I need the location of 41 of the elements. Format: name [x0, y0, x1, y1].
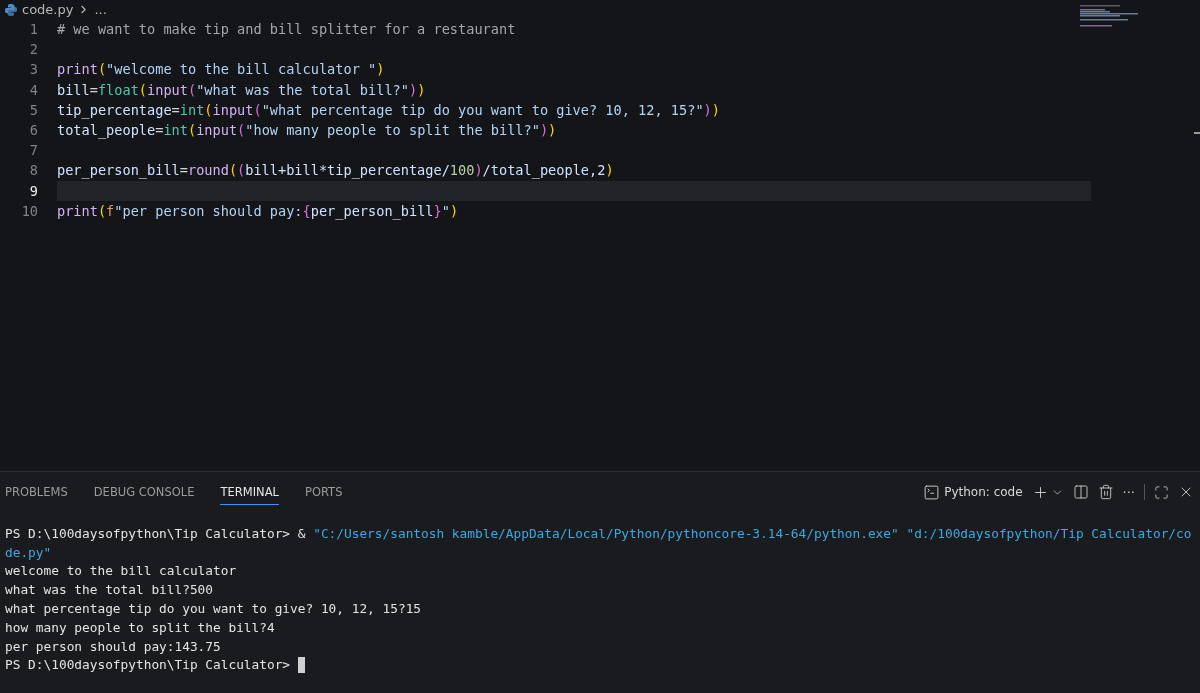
panel-tab[interactable]: PROBLEMS: [5, 479, 68, 505]
terminal-output: what percentage tip do you want to give? 10, 12, 15?15: [5, 601, 422, 617]
line-number: 9: [28, 182, 39, 199]
panel-tab[interactable]: PORTS: [304, 479, 343, 505]
code-line: total_people=int(input("how many people to split the bill?")): [57, 121, 558, 141]
terminal-output: how many people to split the bill?4: [5, 619, 275, 635]
line-number: 8: [28, 162, 39, 179]
code-line: tip_percentage=int(input("what percentage tip do you want to give? 10, 12, 15?")): [57, 100, 721, 120]
terminal-path: de.py": [5, 544, 52, 560]
panel-tab[interactable]: DEBUG CONSOLE: [93, 479, 195, 505]
python-file-icon: [4, 2, 18, 17]
code-line: # we want to make tip and bill splitter for a restaurant: [57, 20, 517, 40]
line-number: 4: [28, 81, 39, 98]
code-line: print("welcome to the bill calculator "): [57, 60, 386, 80]
line-number: 10: [20, 202, 39, 219]
more-actions[interactable]: ···: [1122, 484, 1135, 500]
line-number: 6: [28, 122, 39, 139]
terminal-output: per person should pay:143.75: [5, 638, 221, 654]
maximize-icon[interactable]: [1154, 484, 1169, 500]
breadcrumb-symbols[interactable]: ...: [94, 2, 107, 17]
panel-tab[interactable]: TERMINAL: [220, 479, 279, 505]
terminal-output: welcome to the bill calculator: [5, 563, 237, 579]
scrollbar-marker: [1194, 132, 1200, 134]
split-icon[interactable]: [1072, 484, 1089, 500]
terminal-output: PS D:\100daysofpython\Tip Calculator> &: [5, 525, 307, 541]
terminal-icon[interactable]: [923, 483, 941, 501]
line-number: 3: [28, 61, 39, 78]
terminal-path: "C:/Users/santosh kamble/AppData/Local/Python/pythoncore-3.14-64/python.exe" "d:/100daysofpython/Tip Calculator/co: [313, 525, 1192, 541]
line-number: 1: [28, 21, 39, 38]
terminal-output: PS D:\100daysofpython\Tip Calculator>: [5, 657, 292, 673]
code-line: per_person_bill=round((bill+bill*tip_percentage/100)/total_people,2): [57, 161, 615, 181]
code-line: bill=float(input("what was the total bill?")): [57, 80, 427, 100]
line-number: 7: [28, 142, 39, 159]
line-number: 2: [28, 41, 39, 58]
terminal-name[interactable]: Python: code: [944, 485, 1023, 499]
terminal-output: what was the total bill?500: [5, 582, 214, 598]
line-number: 5: [28, 101, 39, 118]
trash-icon[interactable]: [1097, 484, 1114, 500]
breadcrumb-file[interactable]: code.py: [22, 2, 74, 17]
terminal-cursor: [297, 656, 305, 673]
code-line: print(f"per person should pay:{per_person_bill}"): [57, 201, 460, 221]
